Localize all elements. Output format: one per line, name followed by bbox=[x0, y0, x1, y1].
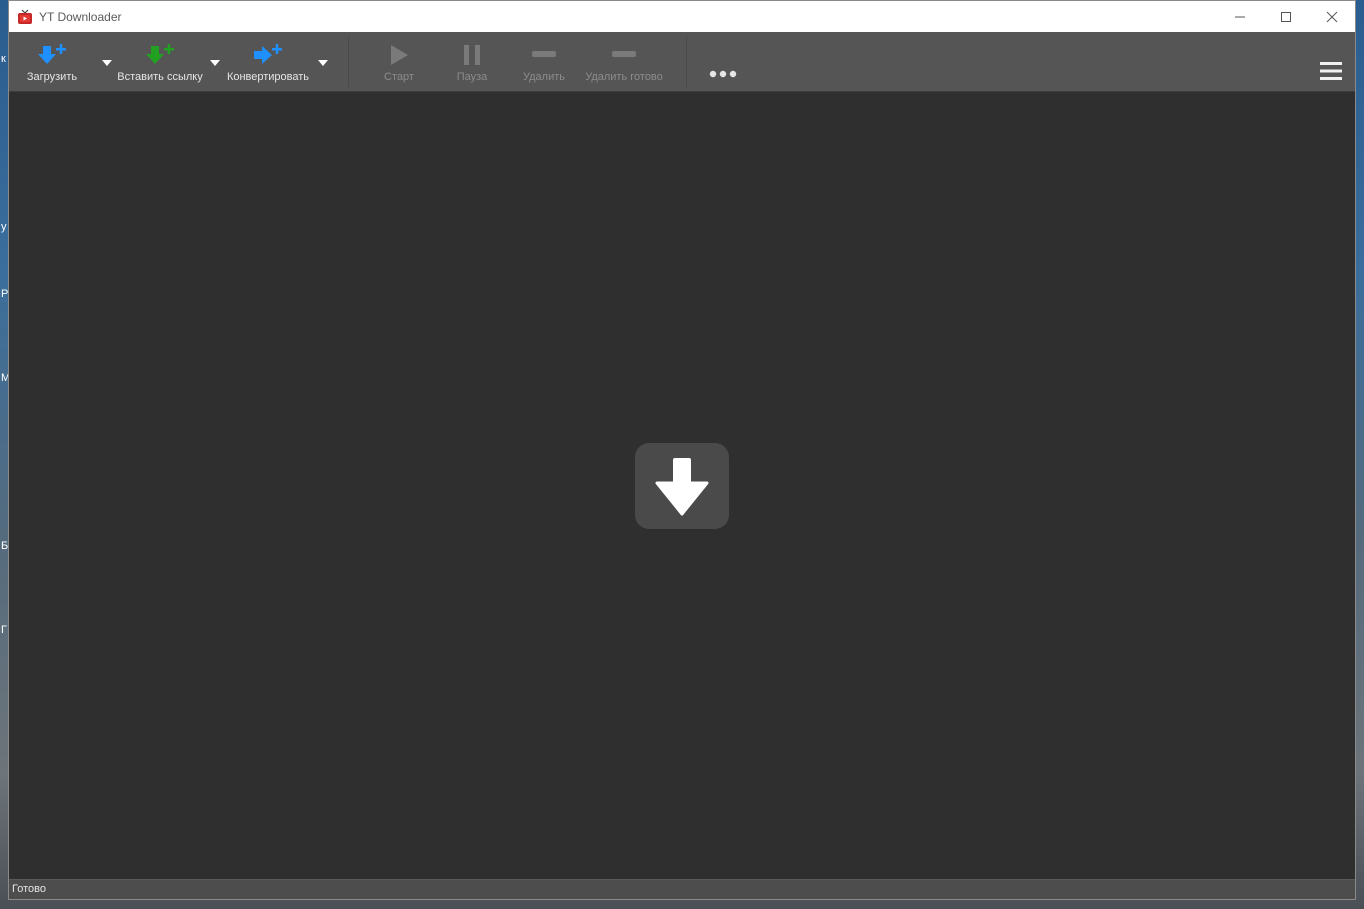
delete-label: Удалить bbox=[523, 71, 565, 83]
convert-button[interactable]: Конвертировать bbox=[223, 32, 313, 91]
convert-add-icon bbox=[251, 41, 285, 69]
hamburger-menu-icon bbox=[1320, 62, 1342, 80]
more-button[interactable] bbox=[703, 32, 743, 91]
delete-done-label: Удалить готово bbox=[585, 71, 663, 83]
status-text: Готово bbox=[12, 883, 46, 895]
download-arrow-icon bbox=[655, 458, 709, 516]
status-bar: Готово bbox=[9, 879, 1355, 899]
window-title: YT Downloader bbox=[39, 9, 122, 24]
download-list-area[interactable] bbox=[9, 92, 1355, 880]
minimize-icon bbox=[1235, 16, 1245, 17]
maximize-icon bbox=[1281, 11, 1291, 22]
start-button[interactable]: Старт bbox=[373, 32, 425, 91]
desktop-icon-label: к bbox=[1, 53, 6, 65]
paste-link-label: Вставить ссылку bbox=[117, 71, 203, 83]
maximize-button[interactable] bbox=[1263, 1, 1309, 32]
dropdown-arrow-icon bbox=[210, 60, 220, 66]
toolbar-separator bbox=[686, 36, 687, 87]
close-icon bbox=[1326, 11, 1338, 22]
download-dropdown[interactable] bbox=[101, 58, 113, 68]
download-label: Загрузить bbox=[26, 71, 78, 83]
close-button[interactable] bbox=[1309, 1, 1355, 32]
pause-icon bbox=[461, 41, 483, 69]
paste-link-dropdown[interactable] bbox=[209, 58, 221, 68]
desktop-icon-label: Г bbox=[1, 624, 7, 636]
dropdown-arrow-icon bbox=[318, 60, 328, 66]
minus-icon bbox=[531, 41, 557, 69]
download-button[interactable]: Загрузить bbox=[23, 32, 81, 91]
start-label: Старт bbox=[384, 71, 414, 83]
pause-label: Пауза bbox=[456, 71, 488, 83]
paste-link-add-icon bbox=[143, 41, 177, 69]
pause-button[interactable]: Пауза bbox=[446, 32, 498, 91]
convert-label: Конвертировать bbox=[226, 71, 310, 83]
paste-link-button[interactable]: Вставить ссылку bbox=[115, 32, 205, 91]
minus-icon bbox=[611, 41, 637, 69]
minimize-button[interactable] bbox=[1217, 1, 1263, 32]
toolbar-separator bbox=[348, 36, 349, 87]
menu-button[interactable] bbox=[1315, 32, 1347, 91]
desktop-icon-label: у bbox=[1, 221, 7, 233]
app-tv-icon bbox=[17, 9, 33, 25]
delete-done-button[interactable]: Удалить готово bbox=[579, 32, 669, 91]
more-dots-icon bbox=[709, 70, 737, 77]
download-add-icon bbox=[35, 41, 69, 69]
drop-zone[interactable] bbox=[635, 443, 729, 529]
title-bar[interactable]: YT Downloader bbox=[9, 1, 1355, 32]
app-window: YT Downloader Загрузить Вставить ссылку … bbox=[8, 0, 1356, 900]
play-icon bbox=[388, 41, 410, 69]
dropdown-arrow-icon bbox=[102, 60, 112, 66]
toolbar: Загрузить Вставить ссылку Конвертировать… bbox=[9, 32, 1355, 92]
convert-dropdown[interactable] bbox=[317, 58, 329, 68]
delete-button[interactable]: Удалить bbox=[518, 32, 570, 91]
